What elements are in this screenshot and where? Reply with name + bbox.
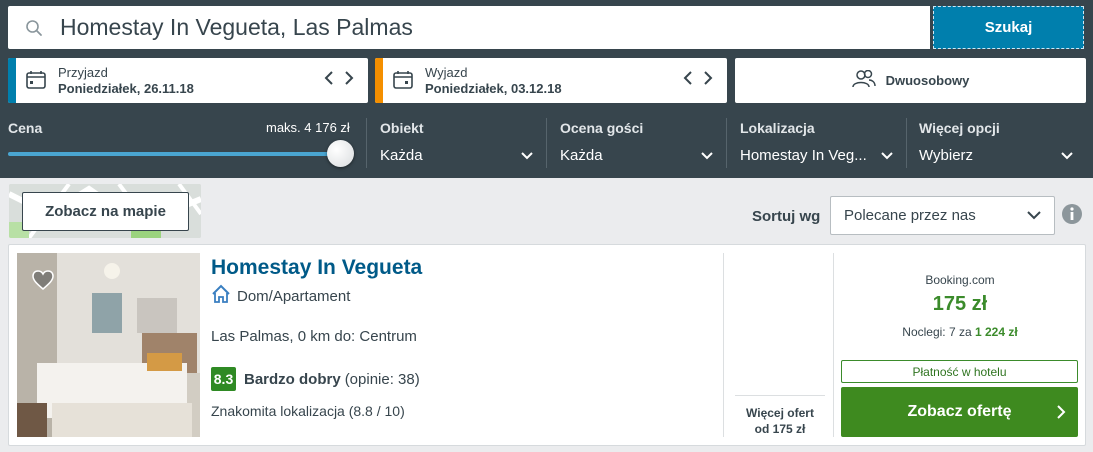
sort-label: Sortuj wg <box>752 208 821 225</box>
more-options-filter-value[interactable]: Wybierz <box>919 147 973 164</box>
review-count[interactable]: (opinie: 38) <box>345 371 420 388</box>
checkout-date-field[interactable]: Wyjazd Poniedziałek, 03.12.18 <box>375 58 727 103</box>
price-max-label: maks. 4 176 zł <box>266 120 350 135</box>
guests-icon <box>851 69 876 91</box>
accommodation-type: Dom/Apartament <box>211 284 350 308</box>
guest-rating-filter-label: Ocena gości <box>560 120 644 136</box>
search-field[interactable] <box>8 6 930 49</box>
view-deal-label: Zobacz ofertę <box>907 403 1012 420</box>
location-filter-label: Lokalizacja <box>740 120 815 136</box>
house-icon <box>211 284 231 308</box>
pay-at-hotel-badge: Płatność w hotelu <box>841 360 1078 383</box>
sort-select[interactable]: Polecane przez nas <box>830 196 1055 235</box>
calendar-icon <box>26 71 46 94</box>
search-icon <box>8 6 60 49</box>
stay-total-amount: 1 224 zł <box>975 325 1018 339</box>
rating-score-badge: 8.3 <box>211 367 236 391</box>
guest-rating-filter-value[interactable]: Każda <box>560 147 603 164</box>
stay-total-prefix: Noclegi: 7 za <box>902 325 972 339</box>
chevron-right-icon[interactable] <box>703 70 713 86</box>
filter-divider <box>726 118 727 168</box>
hotel-location: Las Palmas, 0 km do: Centrum <box>211 328 417 345</box>
checkout-arrows <box>683 70 713 86</box>
price-slider-handle[interactable] <box>327 140 354 167</box>
hotel-name-link[interactable]: Homestay In Vegueta <box>211 256 422 280</box>
more-offers-link[interactable]: Więcej ofert od 175 zł <box>735 395 825 437</box>
checkin-label: Przyjazd <box>58 65 108 80</box>
rating-text: Bardzo dobry <box>244 370 341 388</box>
search-input[interactable] <box>60 14 910 41</box>
view-deal-button[interactable]: Zobacz ofertę <box>841 387 1078 437</box>
price-slider-track[interactable] <box>8 152 343 156</box>
checkin-arrows <box>324 70 354 86</box>
more-options-filter-label: Więcej opcji <box>919 120 1000 136</box>
calendar-icon <box>393 71 413 94</box>
property-filter-value[interactable]: Każda <box>380 147 423 164</box>
room-type-selector[interactable]: Dwuosobowy <box>735 58 1086 103</box>
checkout-label: Wyjazd <box>425 65 468 80</box>
info-icon[interactable] <box>1061 203 1083 230</box>
accommodation-type-label: Dom/Apartament <box>237 287 351 305</box>
search-button[interactable]: Szukaj <box>933 6 1084 49</box>
heart-icon[interactable] <box>32 270 54 295</box>
property-filter-label: Obiekt <box>380 120 424 136</box>
price-filter-label: Cena <box>8 120 43 136</box>
chevron-down-icon[interactable] <box>700 148 714 166</box>
card-divider <box>723 253 724 437</box>
checkin-date: Poniedziałek, 26.11.18 <box>58 81 194 96</box>
stay-total: Noclegi: 7 za 1 224 zł <box>842 325 1078 339</box>
filter-divider <box>366 118 367 168</box>
chevron-left-icon[interactable] <box>683 70 693 86</box>
checkin-date-field[interactable]: Przyjazd Poniedziałek, 26.11.18 <box>8 58 368 103</box>
checkin-accent-stripe <box>8 58 16 103</box>
price-per-night: 175 zł <box>932 293 988 315</box>
chevron-right-icon[interactable] <box>344 70 354 86</box>
location-highlight: Znakomita lokalizacja (8.8 / 10) <box>211 403 405 419</box>
chevron-left-icon[interactable] <box>324 70 334 86</box>
provider-name: Booking.com <box>925 273 995 287</box>
sort-select-value: Polecane przez nas <box>844 207 976 224</box>
checkout-date: Poniedziałek, 03.12.18 <box>425 81 562 96</box>
chevron-down-icon[interactable] <box>880 148 894 166</box>
more-offers-line2: od 175 zł <box>754 422 806 436</box>
chevron-down-icon[interactable] <box>520 148 534 166</box>
room-type-label: Dwuosobowy <box>885 73 970 88</box>
filter-divider <box>906 118 907 168</box>
chevron-down-icon[interactable] <box>1060 148 1074 166</box>
card-divider <box>833 253 834 437</box>
chevron-down-icon <box>1026 208 1042 225</box>
hotel-photo[interactable] <box>17 253 200 437</box>
rating-row: 8.3 Bardzo dobry (opinie: 38) <box>211 367 420 391</box>
hotel-result-card: Homestay In Vegueta Dom/Apartament Las P… <box>8 244 1086 446</box>
more-offers-line1: Więcej ofert <box>746 406 814 420</box>
location-filter-value[interactable]: Homestay In Veg... <box>740 147 867 164</box>
chevron-right-icon <box>1056 404 1066 425</box>
filter-divider <box>546 118 547 168</box>
checkout-accent-stripe <box>375 58 383 103</box>
search-header: Szukaj Przyjazd Poniedziałek, 26.11.18 W… <box>0 0 1093 178</box>
view-on-map-button[interactable]: Zobacz na mapie <box>22 192 189 231</box>
